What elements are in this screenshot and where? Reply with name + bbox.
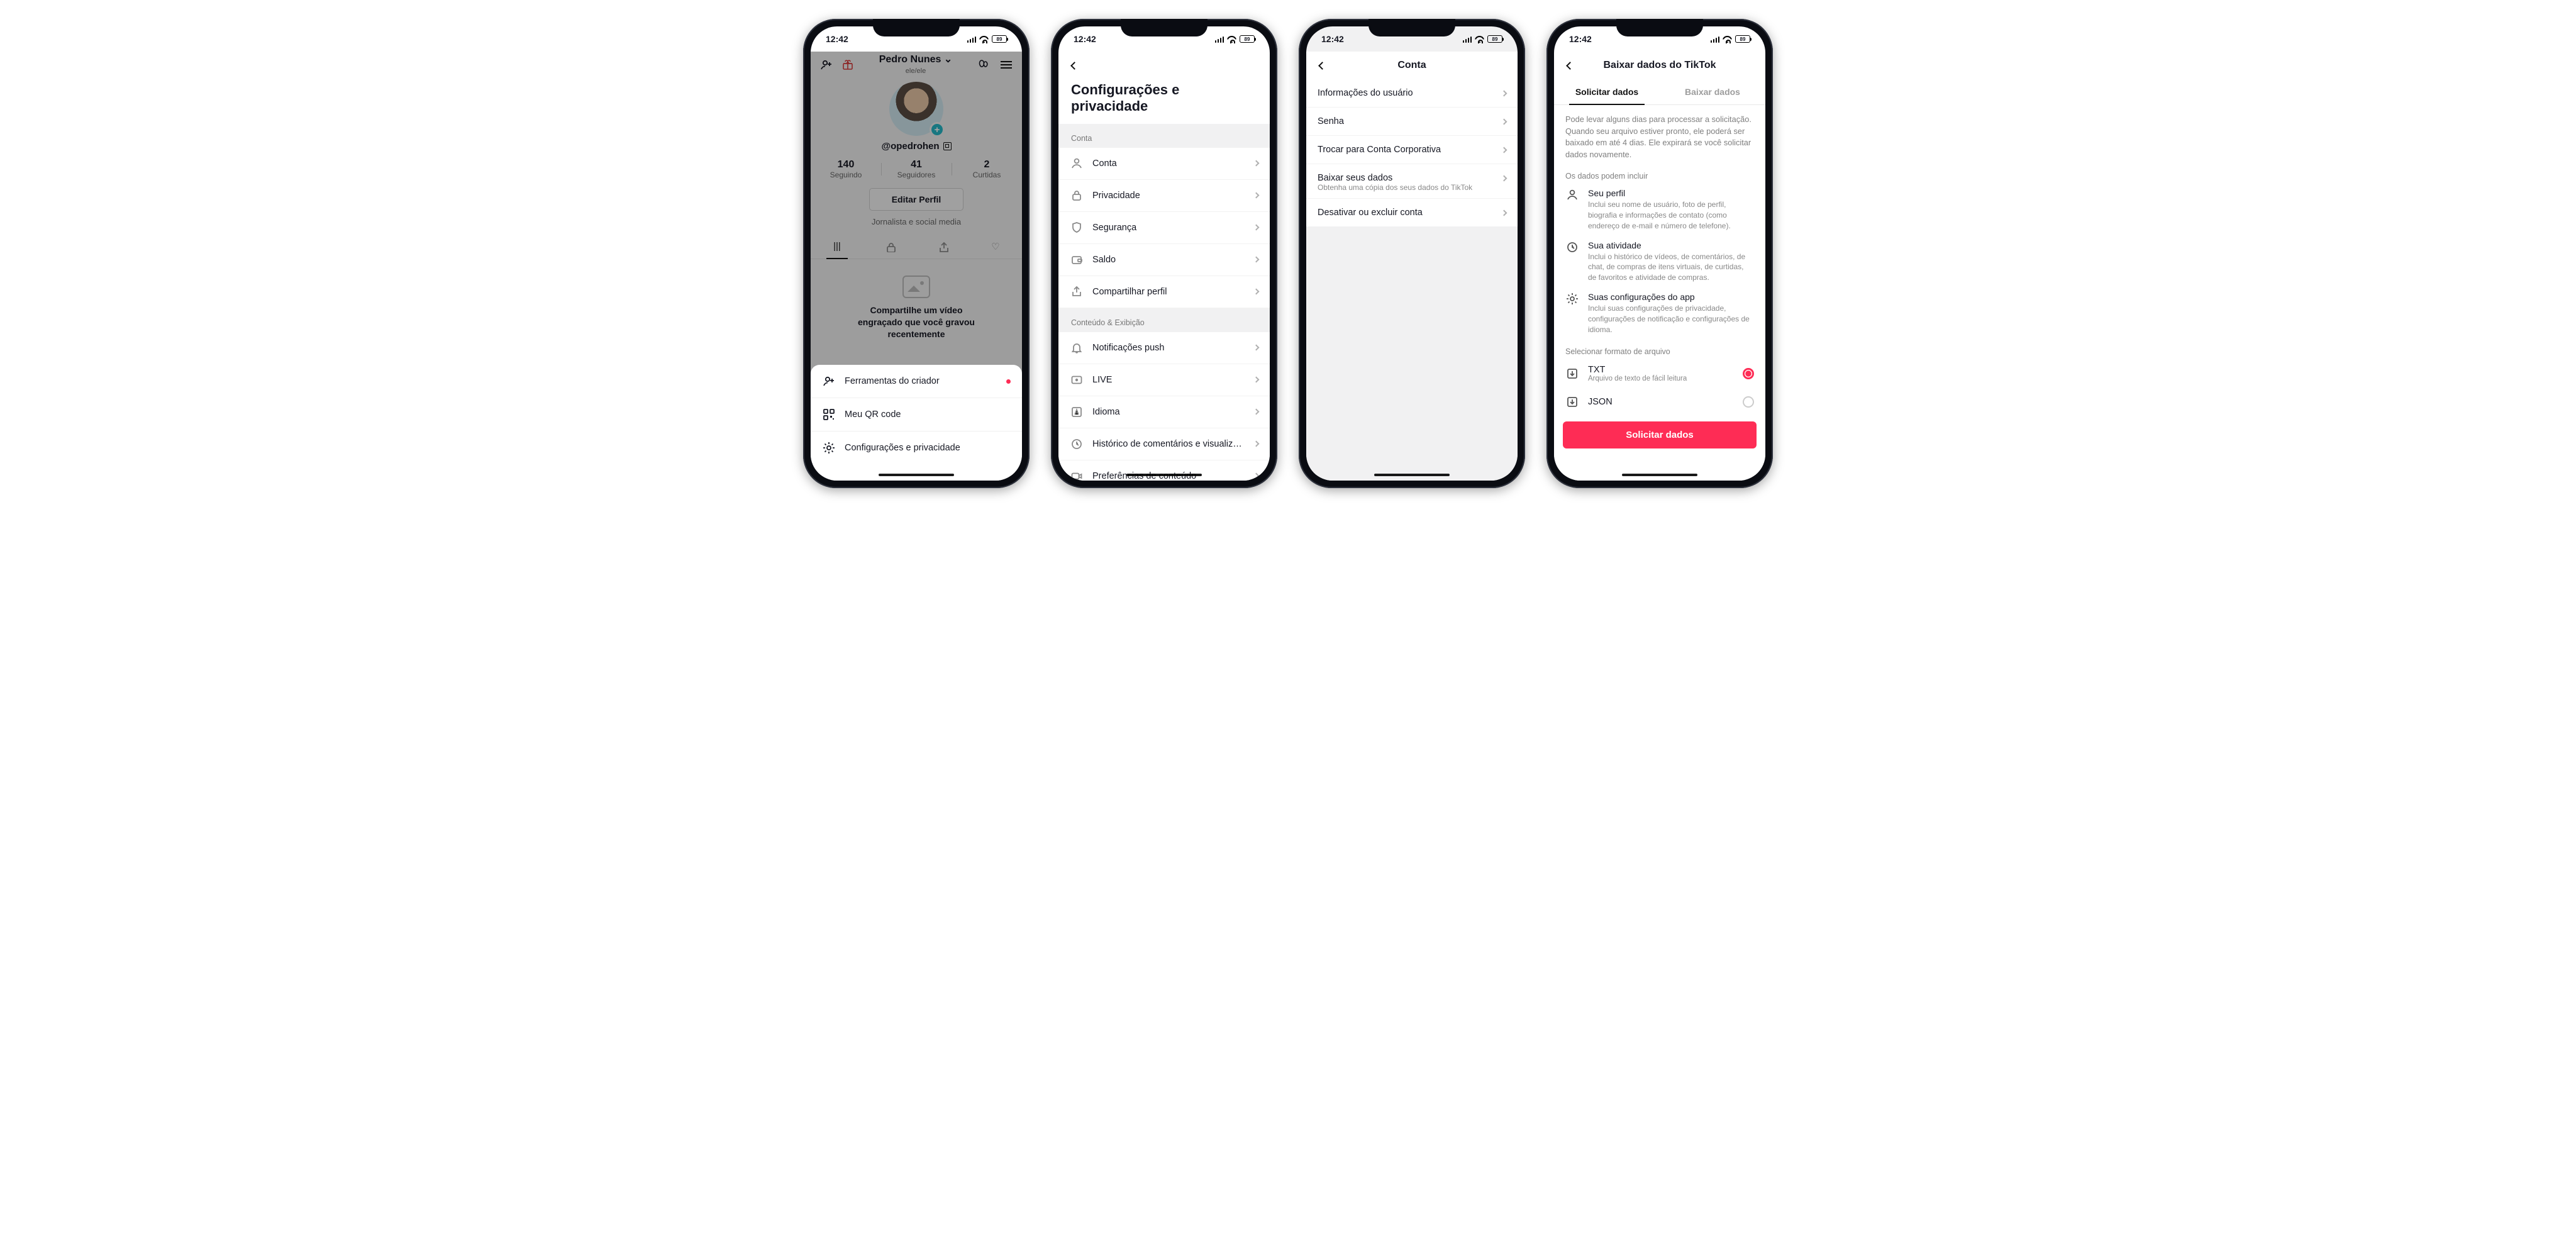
settings-item-content-pref[interactable]: Preferências de conteúdo <box>1058 460 1270 481</box>
live-icon <box>1070 373 1084 387</box>
lock-icon <box>1070 189 1084 203</box>
home-indicator <box>1374 474 1450 476</box>
home-indicator <box>1126 474 1202 476</box>
notch <box>1368 19 1455 36</box>
action-sheet: Ferramentas do criador Meu QR code Confi… <box>811 365 1022 481</box>
tab-request-data[interactable]: Solicitar dados <box>1554 79 1660 104</box>
wifi-icon <box>979 36 989 43</box>
clock-icon <box>1070 437 1084 451</box>
format-json[interactable]: JSON <box>1554 389 1765 415</box>
account-item-user-info[interactable]: Informações do usuário <box>1306 79 1518 108</box>
format-txt[interactable]: TXTArquivo de texto de fácil leitura <box>1554 359 1765 389</box>
qr-icon <box>822 408 836 421</box>
settings-item-account[interactable]: Conta <box>1058 148 1270 180</box>
chevron-left-icon <box>1070 62 1079 70</box>
user-icon <box>1565 188 1579 202</box>
segmented-tabs: Solicitar dados Baixar dados <box>1554 79 1765 105</box>
account-item-password[interactable]: Senha <box>1306 108 1518 136</box>
sheet-item-creator-tools[interactable]: Ferramentas do criador <box>811 365 1022 398</box>
language-icon <box>1070 405 1084 419</box>
settings-item-share[interactable]: Compartilhar perfil <box>1058 276 1270 308</box>
status-time: 12:42 <box>826 34 848 44</box>
phone-2-settings: 12:42 89 Configurações e privacidade Con… <box>1051 19 1277 488</box>
request-data-button[interactable]: Solicitar dados <box>1563 421 1757 448</box>
download-icon <box>1565 367 1579 381</box>
nav-header <box>1058 52 1270 79</box>
status-time: 12:42 <box>1074 34 1096 44</box>
cellular-icon <box>967 36 976 43</box>
page-title: Configurações e privacidade <box>1058 79 1270 124</box>
account-item-download-sub: Obtenha uma cópia dos seus dados do TikT… <box>1306 183 1518 198</box>
section-heading-includes: Os dados podem incluir <box>1554 163 1765 183</box>
gear-icon <box>822 441 836 455</box>
phone-3-account: 12:42 89 Conta Informações do usuário Se… <box>1299 19 1525 488</box>
notch <box>873 19 960 36</box>
download-icon <box>1565 395 1579 409</box>
home-indicator <box>1622 474 1697 476</box>
settings-item-privacy[interactable]: Privacidade <box>1058 180 1270 212</box>
settings-item-security[interactable]: Segurança <box>1058 212 1270 244</box>
settings-item-live[interactable]: LIVE <box>1058 364 1270 396</box>
home-indicator <box>879 474 954 476</box>
settings-item-push[interactable]: Notificações push <box>1058 332 1270 364</box>
notch <box>1121 19 1208 36</box>
radio-off-icon <box>1743 396 1754 408</box>
sheet-item-qr[interactable]: Meu QR code <box>811 398 1022 431</box>
intro-text: Pode levar alguns dias para processar a … <box>1554 105 1765 163</box>
group-heading-account: Conta <box>1058 124 1270 148</box>
bell-icon <box>1070 341 1084 355</box>
user-icon <box>1070 157 1084 170</box>
video-icon <box>1070 469 1084 481</box>
phone-1-profile: 12:42 89 Pedro Nunes ⌄ ele/ele <box>803 19 1030 488</box>
chevron-right-icon <box>1253 160 1260 167</box>
status-time: 12:42 <box>1569 34 1592 44</box>
shield-icon <box>1070 221 1084 235</box>
radio-on-icon <box>1743 368 1754 379</box>
nav-header: Conta <box>1306 52 1518 79</box>
include-activity: Sua atividadeInclui o histórico de vídeo… <box>1554 235 1765 287</box>
notch <box>1616 19 1703 36</box>
share-icon <box>1070 285 1084 299</box>
account-item-switch[interactable]: Trocar para Conta Corporativa <box>1306 136 1518 164</box>
sheet-item-settings[interactable]: Configurações e privacidade <box>811 431 1022 464</box>
page-title: Conta <box>1306 60 1518 71</box>
include-settings: Suas configurações do appInclui suas con… <box>1554 287 1765 338</box>
nav-header: Baixar dados do TikTok <box>1554 52 1765 79</box>
user-star-icon <box>822 374 836 388</box>
section-heading-format: Selecionar formato de arquivo <box>1554 338 1765 359</box>
badge-dot <box>1006 379 1011 384</box>
settings-item-language[interactable]: Idioma <box>1058 396 1270 428</box>
settings-item-history[interactable]: Histórico de comentários e visualiza... <box>1058 428 1270 460</box>
wallet-icon <box>1070 253 1084 267</box>
phone-4-download-data: 12:42 89 Baixar dados do TikTok Solicita… <box>1546 19 1773 488</box>
group-heading-content: Conteúdo & Exibição <box>1058 308 1270 332</box>
account-item-deactivate[interactable]: Desativar ou excluir conta <box>1306 198 1518 226</box>
battery-icon: 89 <box>992 35 1007 43</box>
gear-icon <box>1565 292 1579 306</box>
settings-item-balance[interactable]: Saldo <box>1058 244 1270 276</box>
status-time: 12:42 <box>1321 34 1344 44</box>
tab-download-data[interactable]: Baixar dados <box>1660 79 1765 104</box>
back-button[interactable] <box>1063 55 1085 76</box>
include-profile: Seu perfilInclui seu nome de usuário, fo… <box>1554 183 1765 235</box>
page-title: Baixar dados do TikTok <box>1554 60 1765 71</box>
clock-icon <box>1565 240 1579 254</box>
